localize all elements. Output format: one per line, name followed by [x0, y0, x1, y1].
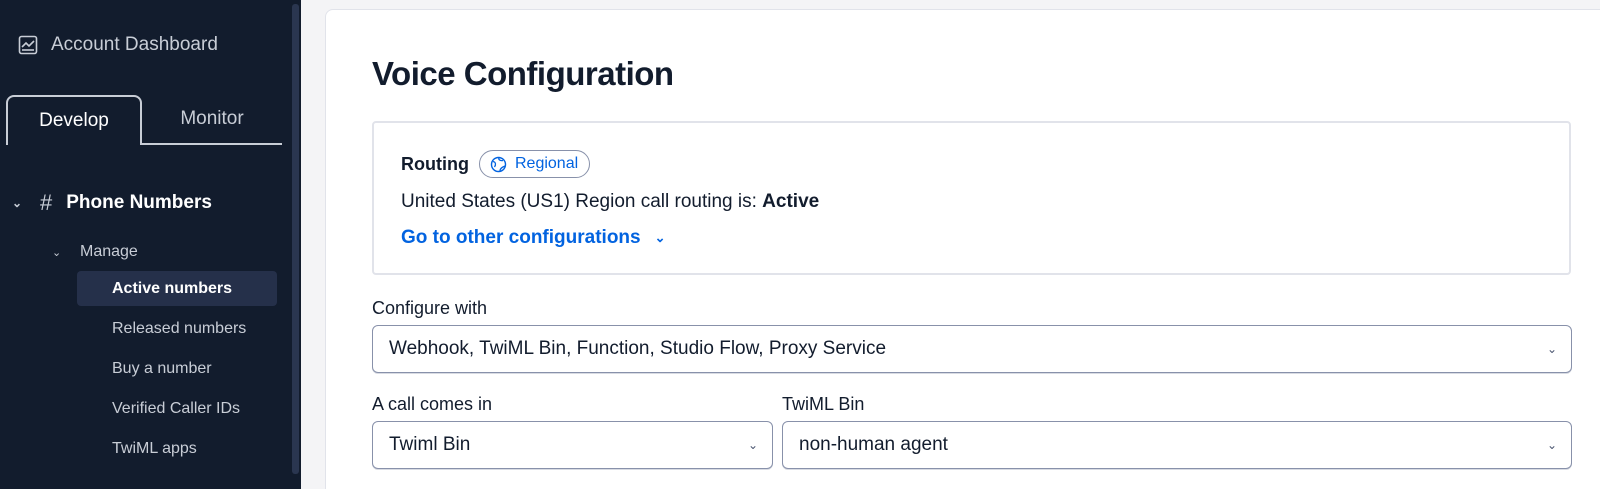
sidebar-item-verified-caller-ids[interactable]: Verified Caller IDs — [77, 391, 277, 426]
sidebar-item-twiml-apps[interactable]: TwiML apps — [77, 431, 277, 466]
sidebar-section-phone-numbers[interactable]: ⌄ # Phone Numbers — [12, 190, 212, 216]
configure-with-label: Configure with — [372, 298, 488, 318]
call-comes-in-label: A call comes in — [372, 394, 493, 414]
routing-status: United States (US1) Region call routing … — [401, 191, 819, 213]
sidebar-subsection-manage[interactable]: ⌄ Manage — [52, 243, 138, 261]
sidebar-scrollbar[interactable] — [292, 4, 299, 474]
sidebar: Account Dashboard Develop Monitor ⌄ # Ph… — [0, 0, 301, 489]
tab-develop[interactable]: Develop — [6, 95, 142, 145]
globe-icon — [490, 156, 507, 172]
chevron-down-icon: ⌄ — [747, 438, 758, 452]
chevron-down-icon: ⌄ — [12, 196, 23, 210]
tab-monitor[interactable]: Monitor — [142, 95, 282, 143]
section-label: Phone Numbers — [66, 192, 212, 213]
twiml-bin-select[interactable]: non-human agent ⌄ — [782, 421, 1572, 469]
sidebar-item-active-numbers[interactable]: Active numbers — [77, 271, 277, 306]
twiml-bin-label: TwiML Bin — [782, 394, 865, 414]
other-configurations-label: Go to other configurations — [401, 227, 641, 248]
chevron-down-icon: ⌄ — [1546, 342, 1557, 356]
chevron-down-icon: ⌄ — [654, 230, 666, 245]
regional-badge-label: Regional — [514, 155, 579, 172]
chevron-down-icon: ⌄ — [52, 246, 62, 259]
routing-label: Routing — [401, 153, 469, 174]
routing-status-value: Active — [762, 191, 820, 212]
tab-divider — [141, 143, 282, 145]
configure-with-select[interactable]: Webhook, TwiML Bin, Function, Studio Flo… — [372, 325, 1572, 373]
routing-card: Routing Regional United States (US1) Reg… — [372, 121, 1571, 275]
sidebar-item-buy-a-number[interactable]: Buy a number — [77, 351, 277, 386]
sidebar-item-released-numbers[interactable]: Released numbers — [77, 311, 277, 346]
regional-badge: Regional — [478, 150, 591, 178]
dashboard-icon — [18, 35, 38, 55]
routing-status-text: United States (US1) Region call routing … — [401, 191, 763, 212]
configure-with-value: Webhook, TwiML Bin, Function, Studio Flo… — [389, 338, 887, 359]
sidebar-tabs: Develop Monitor — [6, 95, 282, 145]
call-comes-in-select[interactable]: Twiml Bin ⌄ — [372, 421, 773, 469]
other-configurations-link[interactable]: Go to other configurations ⌄ — [401, 227, 666, 249]
routing-header: Routing Regional — [401, 150, 591, 178]
subsection-label: Manage — [80, 243, 138, 260]
hash-icon: # — [40, 190, 53, 215]
chevron-down-icon: ⌄ — [1546, 438, 1557, 452]
page-title: Voice Configuration — [372, 55, 674, 92]
account-dashboard-label: Account Dashboard — [51, 34, 218, 55]
account-dashboard-link[interactable]: Account Dashboard — [18, 34, 218, 56]
twiml-bin-value: non-human agent — [799, 434, 948, 455]
call-comes-in-value: Twiml Bin — [389, 434, 471, 455]
